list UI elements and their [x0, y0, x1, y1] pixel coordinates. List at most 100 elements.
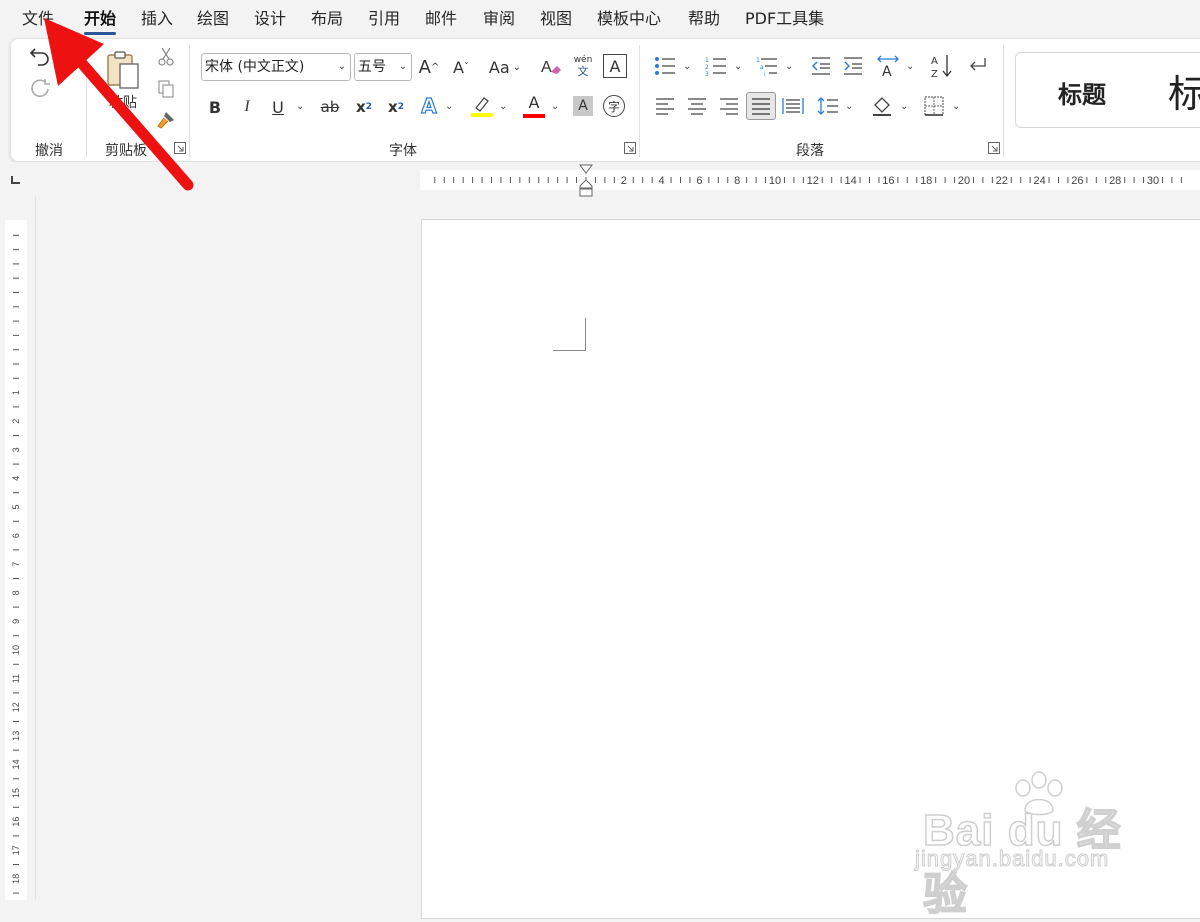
- chevron-down-icon[interactable]: ⌄: [952, 101, 960, 112]
- superscript-button[interactable]: x2: [385, 94, 407, 120]
- undo-group-label: 撤消: [35, 143, 63, 159]
- justify-button[interactable]: [746, 92, 776, 120]
- menu-item-1[interactable]: 开始: [84, 8, 117, 35]
- svg-text:1: 1: [705, 57, 709, 64]
- highlight-button[interactable]: [469, 92, 495, 120]
- cut-button[interactable]: [155, 46, 177, 68]
- menu-item-5[interactable]: 布局: [311, 8, 343, 30]
- chevron-down-icon[interactable]: ⌄: [499, 101, 507, 112]
- paste-button[interactable]: 粘贴: [103, 45, 143, 117]
- menu-item-7[interactable]: 邮件: [425, 8, 457, 30]
- shrink-font-icon: A: [453, 57, 464, 77]
- strikethrough-button[interactable]: ab: [317, 94, 343, 120]
- brush-icon: [157, 112, 174, 129]
- align-right-button[interactable]: [717, 94, 741, 118]
- ruler-number: 12: [11, 702, 21, 712]
- grow-font-button[interactable]: A ^: [417, 53, 441, 81]
- chevron-down-icon[interactable]: ⌄: [900, 101, 908, 112]
- multilevel-list-button[interactable]: 1ai: [755, 54, 779, 78]
- ruler-number: 14: [844, 175, 856, 187]
- ruler-number: 16: [882, 175, 894, 187]
- enclose-char-button[interactable]: 字: [603, 95, 625, 117]
- chevron-down-icon[interactable]: ⌄: [551, 101, 559, 112]
- font-color-icon: A: [528, 93, 540, 112]
- style-heading-2[interactable]: 标: [1168, 63, 1200, 118]
- text-effects-button[interactable]: A: [417, 92, 441, 120]
- show-marks-button[interactable]: [966, 54, 990, 78]
- distributed-button[interactable]: [781, 94, 805, 118]
- ruler-number: 4: [11, 476, 21, 481]
- font-size-combo[interactable]: 五号 ⌄: [354, 53, 412, 81]
- ruler-number: 13: [11, 731, 21, 741]
- paragraph-group-label: 段落: [796, 143, 824, 159]
- change-case-button[interactable]: Aa ⌄: [483, 53, 527, 81]
- chevron-down-icon[interactable]: ⌄: [734, 61, 742, 72]
- clear-format-button[interactable]: A: [538, 53, 564, 81]
- ruler-number: 9: [11, 619, 21, 624]
- margin-corner-mark: [553, 318, 586, 351]
- font-launcher-icon[interactable]: [624, 142, 636, 154]
- phonetic-guide-button[interactable]: wén 文: [569, 51, 597, 81]
- shrink-font-button[interactable]: Aˇ: [449, 53, 473, 81]
- sort-button[interactable]: AZ: [930, 52, 954, 80]
- menu-item-12[interactable]: PDF工具集: [745, 8, 824, 30]
- decrease-indent-button[interactable]: [809, 54, 833, 78]
- italic-button[interactable]: I: [236, 94, 258, 120]
- menu-item-3[interactable]: 绘图: [197, 8, 229, 30]
- copy-button[interactable]: [155, 78, 177, 100]
- svg-text:1: 1: [756, 57, 760, 64]
- borders-button[interactable]: [922, 94, 946, 118]
- svg-text:A: A: [541, 59, 552, 76]
- paragraph-launcher-icon[interactable]: [988, 142, 1000, 154]
- format-painter-button[interactable]: [155, 109, 177, 131]
- numbering-button[interactable]: 123: [704, 54, 728, 78]
- menu-item-4[interactable]: 设计: [254, 8, 286, 30]
- chevron-down-icon[interactable]: ⌄: [683, 61, 691, 72]
- char-border-icon: A: [609, 56, 621, 76]
- bullet-list-icon: [655, 57, 675, 75]
- bullets-button[interactable]: [653, 54, 677, 78]
- chevron-down-icon[interactable]: ⌄: [445, 101, 453, 112]
- menu-item-10[interactable]: 模板中心: [597, 8, 661, 30]
- redo-button[interactable]: [27, 77, 53, 103]
- clipboard-launcher-icon[interactable]: [174, 142, 186, 154]
- style-heading[interactable]: 标题: [1058, 75, 1106, 110]
- font-size-value: 五号: [358, 59, 386, 75]
- group-separator: [189, 45, 190, 157]
- italic-icon: I: [244, 98, 250, 115]
- char-shading-button[interactable]: A: [573, 96, 593, 116]
- menu-item-2[interactable]: 插入: [141, 8, 173, 30]
- svg-text:i: i: [764, 71, 766, 76]
- ruler-number: 1: [11, 390, 21, 395]
- tab-stop-icon[interactable]: [11, 175, 21, 185]
- font-group-label: 字体: [389, 143, 417, 159]
- align-center-button[interactable]: [685, 94, 709, 118]
- ruler-number: 22: [996, 175, 1008, 187]
- shading-button[interactable]: [870, 94, 894, 118]
- font-name-combo[interactable]: 宋体 (中文正文) ⌄: [201, 53, 351, 81]
- vertical-ruler: 12345678910111213141516171819: [0, 196, 36, 912]
- undo-button[interactable]: [27, 43, 53, 69]
- justify-icon: [752, 98, 770, 115]
- menu-item-6[interactable]: 引用: [368, 8, 400, 30]
- menu-item-11[interactable]: 帮助: [688, 8, 720, 30]
- char-border-button[interactable]: A: [603, 54, 627, 78]
- underline-button[interactable]: U: [267, 94, 289, 120]
- line-spacing-button[interactable]: [816, 94, 840, 118]
- chevron-down-icon[interactable]: ⌄: [785, 61, 793, 72]
- align-left-button[interactable]: [653, 94, 677, 118]
- decrease-indent-icon: [812, 57, 830, 75]
- chevron-down-icon[interactable]: ⌄: [845, 101, 853, 112]
- font-color-button[interactable]: A: [521, 92, 547, 120]
- chevron-down-icon[interactable]: ⌄: [906, 61, 914, 72]
- bold-button[interactable]: B: [204, 94, 226, 120]
- ruler-number: 3: [11, 447, 21, 452]
- char-spacing-button[interactable]: A: [875, 52, 901, 80]
- menu-item-8[interactable]: 审阅: [483, 8, 515, 30]
- increase-indent-button[interactable]: [841, 54, 865, 78]
- chevron-down-icon[interactable]: ⌄: [296, 101, 304, 112]
- subscript-button[interactable]: x2: [353, 94, 375, 120]
- menu-item-0[interactable]: 文件: [22, 8, 54, 30]
- indent-marker-icon[interactable]: [579, 164, 593, 198]
- menu-item-9[interactable]: 视图: [540, 8, 572, 30]
